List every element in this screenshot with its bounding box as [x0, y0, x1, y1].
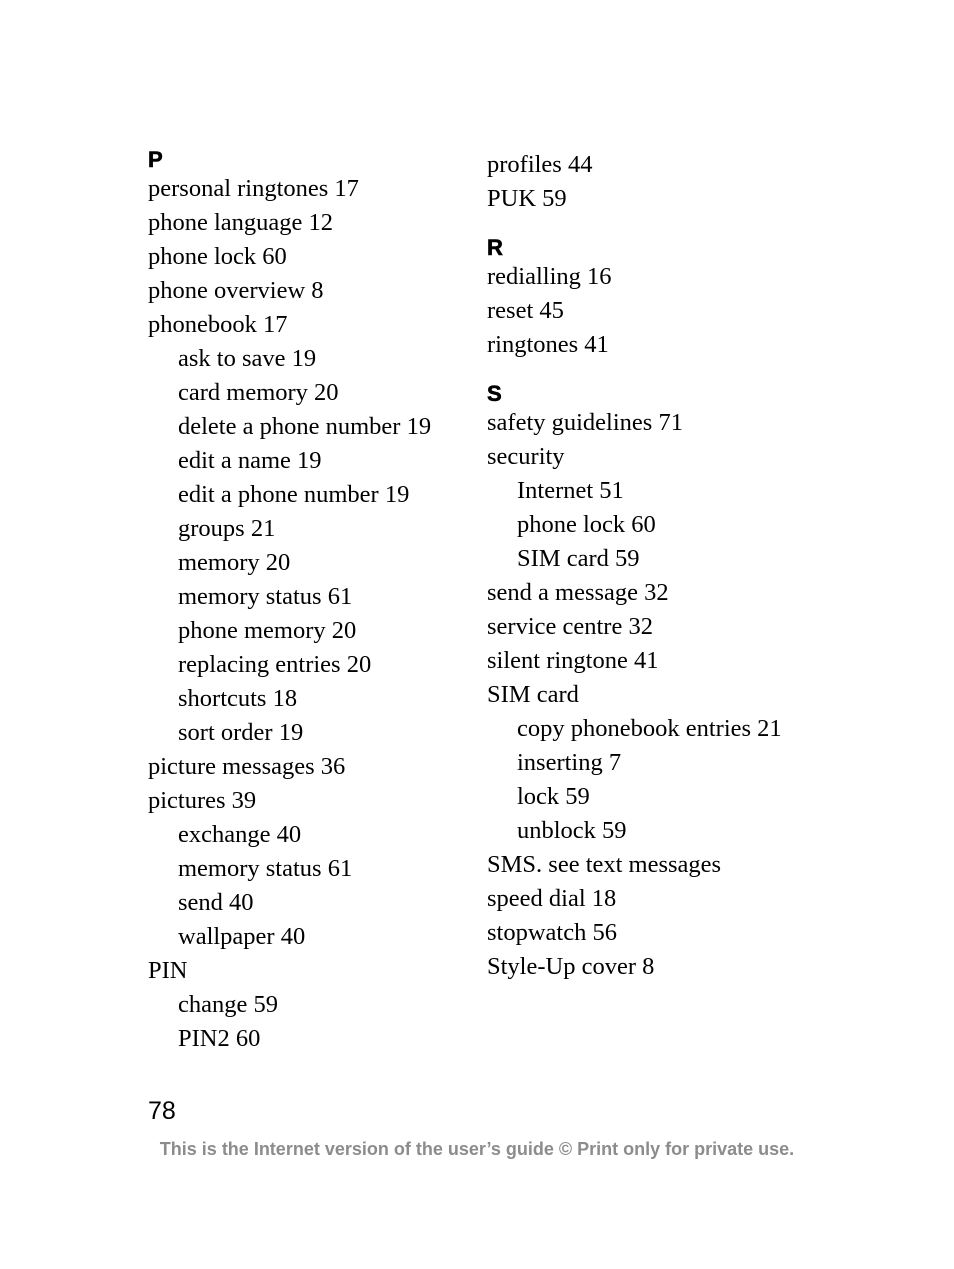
index-subentry: phone memory 20	[178, 617, 357, 644]
index-letter-heading: S	[487, 381, 502, 406]
index-subentry: sort order 19	[178, 719, 304, 746]
index-entry: service centre 32	[487, 613, 653, 640]
index-entry: PUK 59	[487, 185, 567, 212]
index-entry: speed dial 18	[487, 885, 617, 912]
page-number: 78	[148, 1097, 176, 1125]
index-subentry: unblock 59	[517, 817, 627, 844]
index-letter-heading: R	[487, 235, 503, 260]
index-entry: phonebook 17	[148, 311, 288, 338]
index-subentry: Internet 51	[517, 477, 624, 504]
index-subentry: SIM card 59	[517, 545, 640, 572]
index-subentry: inserting 7	[517, 749, 622, 776]
index-entry: phone language 12	[148, 209, 334, 236]
index-subentry: memory status 61	[178, 583, 353, 610]
index-subentry: memory status 61	[178, 855, 353, 882]
index-subentry: send 40	[178, 889, 254, 916]
index-entry: safety guidelines 71	[487, 409, 683, 436]
footer-note: This is the Internet version of the user…	[159, 1139, 795, 1159]
index-entry: ringtones 41	[487, 331, 609, 358]
index-entry: phone overview 8	[148, 277, 324, 304]
index-subentry: ask to save 19	[178, 345, 317, 372]
index-entry: phone lock 60	[148, 243, 287, 270]
index-subentry: shortcuts 18	[178, 685, 298, 712]
index-subentry: memory 20	[178, 549, 291, 576]
index-subentry: delete a phone number 19	[178, 413, 432, 440]
index-entry: security	[487, 443, 565, 470]
index-entry: picture messages 36	[148, 753, 346, 780]
index-entry: redialling 16	[487, 263, 612, 290]
index-entry: silent ringtone 41	[487, 647, 659, 674]
index-subentry: change 59	[178, 991, 278, 1018]
index-entry: send a message 32	[487, 579, 669, 606]
index-subentry: phone lock 60	[517, 511, 656, 538]
index-subentry: copy phonebook entries 21	[517, 715, 782, 742]
index-entry: stopwatch 56	[487, 919, 617, 946]
index-entry: SIM card	[487, 681, 579, 708]
index-entry: Style-Up cover 8	[487, 953, 655, 980]
index-subentry: exchange 40	[178, 821, 302, 848]
index-subentry: lock 59	[517, 783, 590, 810]
index-subentry: groups 21	[178, 515, 276, 542]
index-entry: personal ringtones 17	[148, 175, 359, 202]
index-entry: reset 45	[487, 297, 564, 324]
index-letter-heading: P	[148, 147, 163, 172]
index-column-right: profiles 44 PUK 59 Rredialling 16 reset 45 r…	[487, 148, 782, 984]
index-subentry: edit a phone number 19	[178, 481, 410, 508]
index-entry: pictures 39	[148, 787, 257, 814]
index-entry: PIN	[148, 957, 188, 984]
index-entry: SMS. see text messages	[487, 851, 722, 878]
index-entry: profiles 44	[487, 151, 593, 178]
index-subentry: wallpaper 40	[178, 923, 306, 950]
index-subentry: replacing entries 20	[178, 651, 372, 678]
index-column-left: Ppersonal ringtones 17 phone language 12 p…	[148, 147, 432, 1056]
index-subentry: card memory 20	[178, 379, 339, 406]
index-subentry: PIN2 60	[178, 1025, 261, 1052]
index-subentry: edit a name 19	[178, 447, 322, 474]
